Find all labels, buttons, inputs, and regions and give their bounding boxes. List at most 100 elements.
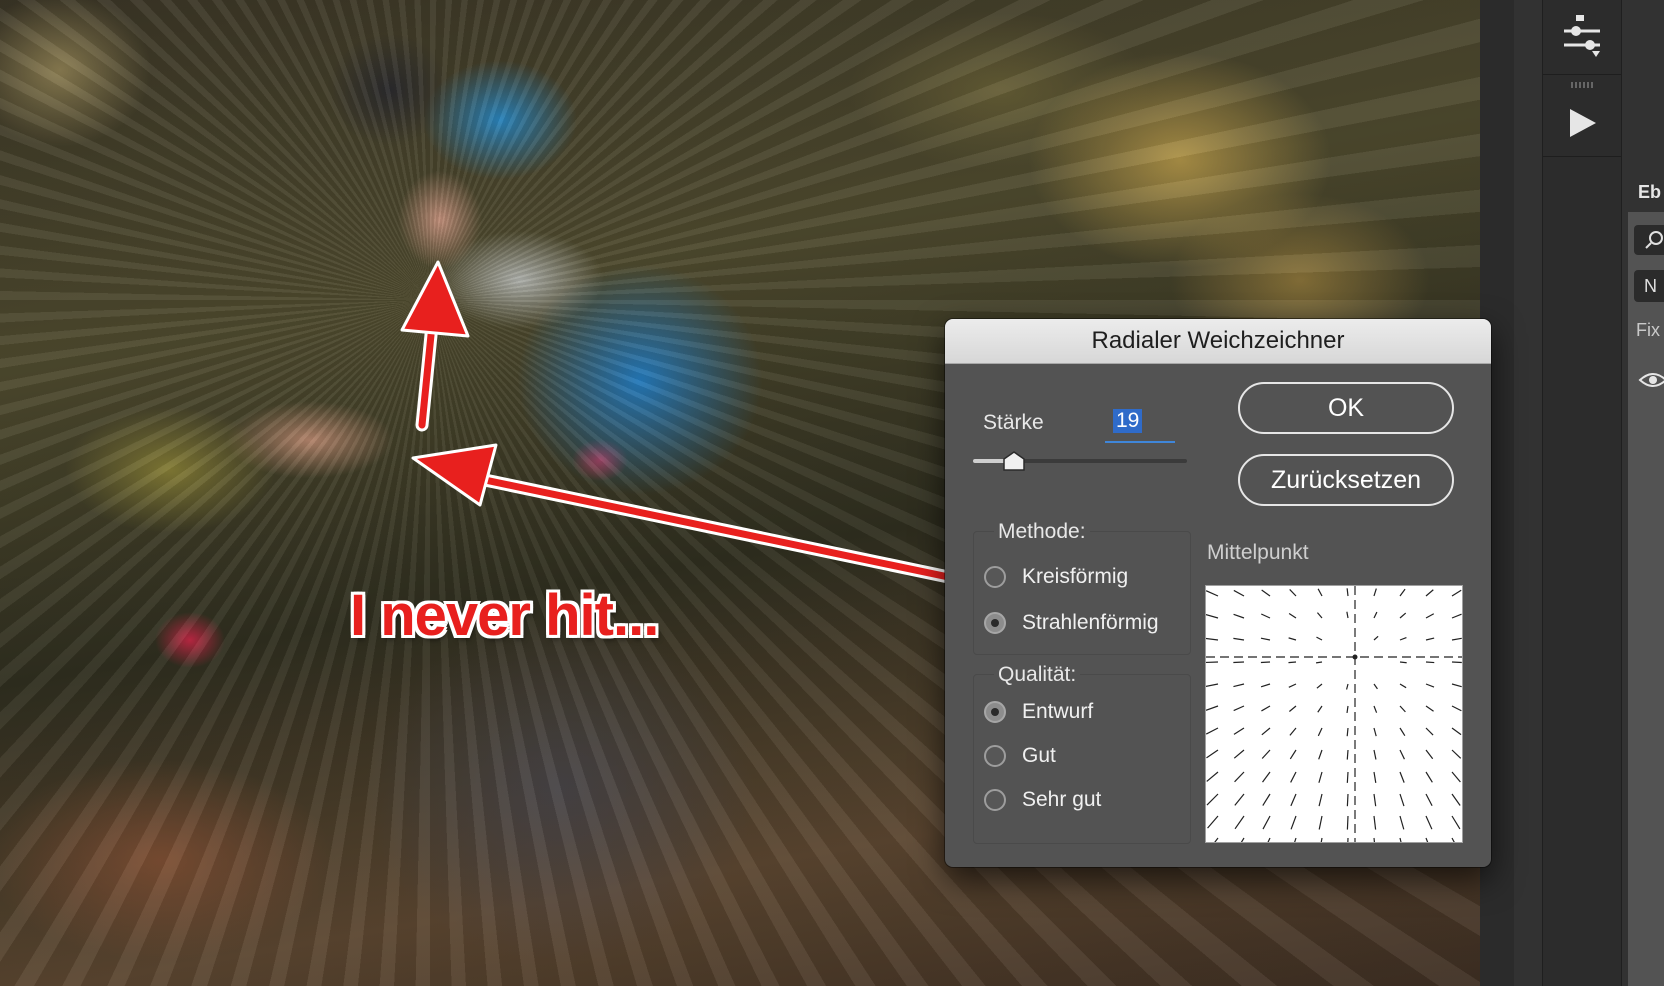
radio-good[interactable] (984, 745, 1006, 767)
strength-slider-thumb[interactable] (1002, 451, 1025, 471)
center-point (1352, 654, 1358, 660)
blur-ray (1207, 837, 1219, 852)
sliders-icon (1564, 15, 1600, 57)
blur-ray (1451, 837, 1461, 853)
panel-dock: Eb N Fix (1480, 0, 1664, 986)
blur-ray (1316, 612, 1323, 619)
blur-ray (1290, 837, 1297, 853)
actions-play-button[interactable] (1543, 86, 1621, 160)
blur-ray (1233, 683, 1245, 688)
quality-option-good[interactable]: Gut (984, 741, 1056, 771)
layer-filter-search[interactable] (1634, 225, 1664, 255)
center-preview[interactable] (1205, 585, 1463, 853)
blur-ray (1317, 705, 1323, 713)
blur-ray (1207, 815, 1219, 829)
blur-ray (1288, 683, 1297, 688)
blur-ray (1451, 727, 1462, 736)
blur-ray (1451, 771, 1461, 783)
blur-ray (1451, 793, 1461, 806)
blur-ray (1205, 590, 1219, 597)
blur-ray (1205, 613, 1219, 619)
quality-option-label: Sehr gut (1022, 788, 1102, 811)
layers-tab[interactable]: Eb (1628, 170, 1664, 212)
blur-ray (1261, 705, 1271, 712)
blur-ray (1373, 793, 1377, 807)
blur-ray (1425, 771, 1433, 783)
blur-ray (1399, 637, 1407, 641)
radio-draft[interactable] (984, 701, 1006, 723)
blur-ray (1373, 837, 1377, 853)
blur-ray (1399, 705, 1406, 713)
blur-ray (1399, 771, 1405, 783)
blur-ray (1373, 588, 1377, 597)
strength-value[interactable]: 19 (1113, 409, 1143, 433)
dock-scrollbar[interactable] (1514, 0, 1566, 986)
quality-option-best[interactable]: Sehr gut (984, 785, 1101, 815)
ok-button[interactable]: OK (1238, 382, 1454, 434)
blur-ray (1451, 637, 1462, 641)
eye-icon[interactable] (1638, 370, 1664, 390)
blur-ray (1451, 589, 1462, 597)
center-label: Mittelpunkt (1207, 541, 1309, 564)
blur-ray (1289, 749, 1297, 760)
blur-ray (1346, 588, 1349, 597)
blur-ray (1399, 749, 1405, 760)
blur-ray (1288, 661, 1297, 664)
blur-ray (1316, 636, 1323, 641)
blur-ray (1290, 771, 1297, 783)
blur-ray (1346, 771, 1349, 783)
method-group: Methode: Kreisförmig Strahlenförmig (973, 520, 1191, 655)
method-option-label: Strahlenförmig (1022, 611, 1159, 634)
search-icon (1645, 231, 1663, 249)
radio-radial[interactable] (984, 612, 1006, 634)
blur-ray (1233, 613, 1245, 619)
blur-ray (1425, 793, 1433, 807)
radio-circular[interactable] (984, 566, 1006, 588)
quality-option-label: Gut (1022, 744, 1056, 767)
blur-ray (1262, 793, 1271, 806)
tool-separator (1543, 74, 1621, 75)
blur-ray (1260, 683, 1271, 688)
blur-ray (1318, 771, 1323, 783)
quality-option-draft[interactable]: Entwurf (984, 697, 1093, 727)
method-option-circular[interactable]: Kreisförmig (984, 562, 1128, 592)
blur-ray (1288, 637, 1297, 641)
blur-ray (1373, 771, 1377, 783)
blend-mode-select[interactable]: N (1634, 270, 1664, 302)
lock-label: Fix (1636, 320, 1660, 340)
strength-input[interactable]: 19 (1105, 401, 1175, 443)
play-icon (1570, 109, 1596, 137)
quality-group: Qualität: Entwurf Gut Sehr gut (973, 663, 1191, 844)
method-option-label: Kreisförmig (1022, 565, 1129, 588)
quality-title: Qualität: (994, 663, 1081, 687)
dialog-title[interactable]: Radialer Weichzeichner (945, 319, 1491, 364)
blur-ray (1346, 837, 1349, 853)
radial-blur-dialog: Radialer Weichzeichner Stärke 19 OK Zurü… (945, 319, 1491, 867)
blur-ray (1399, 815, 1405, 830)
adjustments-button[interactable] (1543, 0, 1621, 74)
blur-ray (1288, 612, 1297, 619)
blur-ray (1233, 705, 1245, 712)
blur-ray (1205, 727, 1219, 735)
blur-ray (1451, 815, 1461, 830)
blur-ray (1399, 793, 1405, 807)
blur-ray (1399, 612, 1407, 619)
tool-strip (1542, 0, 1622, 986)
blur-ray (1205, 637, 1219, 641)
blur-ray (1233, 589, 1245, 597)
blur-ray (1290, 793, 1297, 807)
blur-ray (1234, 793, 1245, 806)
radio-best[interactable] (984, 789, 1006, 811)
reset-button[interactable]: Zurücksetzen (1238, 454, 1454, 506)
blur-ray (1373, 815, 1377, 830)
method-option-radial[interactable]: Strahlenförmig (984, 608, 1159, 638)
annotation-text: I never hit... (350, 583, 659, 648)
blur-ray (1425, 837, 1433, 853)
arrow-up-to-face (400, 260, 470, 432)
blur-ray (1399, 727, 1406, 736)
blur-ray (1451, 683, 1462, 688)
blur-ray (1373, 749, 1377, 760)
blur-ray (1233, 727, 1245, 735)
blur-ray (1346, 793, 1349, 807)
blur-ray (1262, 771, 1271, 783)
